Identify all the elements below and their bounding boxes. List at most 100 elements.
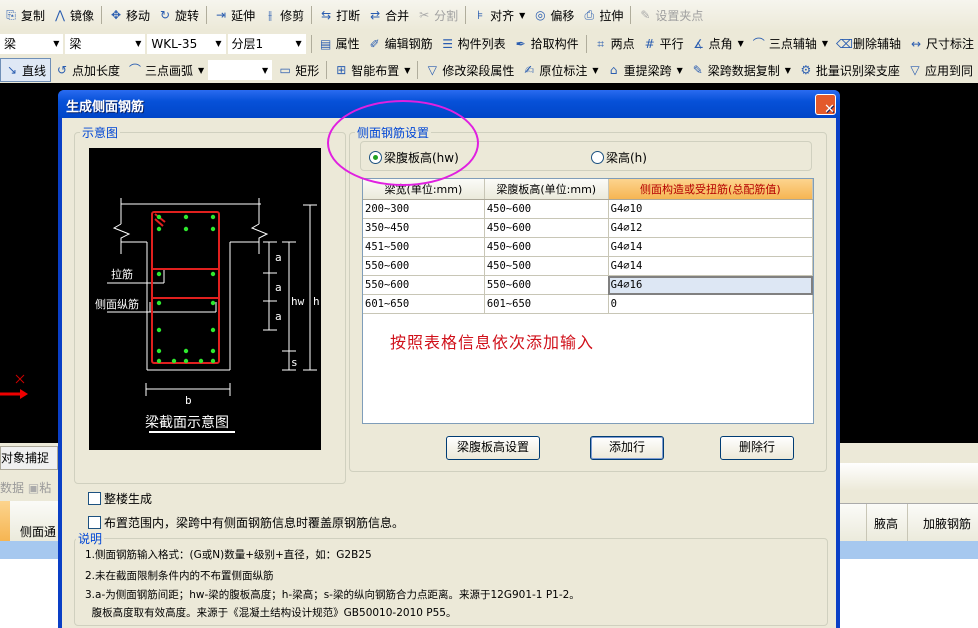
- tool-offset-button[interactable]: ◎ 偏移: [529, 4, 578, 26]
- data-menu[interactable]: 数据 ▣粘: [0, 479, 51, 496]
- table-row[interactable]: 451~500 450~600 G4⌀14: [363, 237, 814, 257]
- add-row-button[interactable]: 添加行: [590, 436, 664, 460]
- table-row[interactable]: 550~600 450~500 G4⌀14: [363, 256, 814, 276]
- arc-type-combo[interactable]: ▼: [208, 60, 273, 80]
- layer-combo-0[interactable]: 梁 ▼: [0, 33, 64, 54]
- override-box[interactable]: [88, 516, 101, 529]
- tool-point-angle-button[interactable]: ∡ 点角 ▼: [688, 33, 748, 55]
- tool-align-button[interactable]: ⊧ 对齐 ▼: [469, 4, 529, 26]
- layer-combo-3[interactable]: 分层1 ▼: [227, 33, 306, 54]
- tool-move-button[interactable]: ✥ 移动: [105, 4, 154, 26]
- table-cell[interactable]: 450~600: [484, 218, 609, 238]
- tool-properties-button[interactable]: ▤ 属性: [315, 33, 364, 55]
- table-row[interactable]: 200~300 450~600 G4⌀10: [363, 199, 814, 219]
- dropdown-arrow-icon[interactable]: ▼: [592, 66, 598, 75]
- table-cell[interactable]: 0: [608, 294, 814, 314]
- tool-batch-support-button[interactable]: ⚙ 批量识别梁支座: [795, 59, 904, 81]
- radio-beam-height[interactable]: 梁高(h): [591, 149, 647, 166]
- dropdown-arrow-icon[interactable]: ▼: [404, 66, 410, 75]
- layer-combo-2[interactable]: WKL-35 ▼: [147, 33, 226, 54]
- tool-grip-button[interactable]: ✎ 设置夹点: [634, 4, 707, 26]
- whole-building-box[interactable]: [88, 492, 101, 505]
- tool-stretch-button[interactable]: ⎙ 拉伸: [578, 4, 627, 26]
- tool-rotate-button[interactable]: ↻ 旋转: [154, 4, 203, 26]
- smart-layout-icon: ⊞: [336, 63, 347, 77]
- radio-beam-height-indicator[interactable]: [591, 151, 604, 164]
- dropdown-arrow-icon[interactable]: ▼: [822, 39, 828, 48]
- object-snap-button[interactable]: 对象捕捉: [0, 446, 58, 470]
- tool-break-button[interactable]: ⇆ 打断: [315, 4, 364, 26]
- table-row[interactable]: 550~600 550~600 G4⌀16: [363, 275, 814, 295]
- tool-in-place-label-button[interactable]: ✍ 原位标注 ▼: [518, 59, 602, 81]
- tool-arc-button[interactable]: ⌒ 三点画弧 ▼: [124, 59, 208, 81]
- dropdown-arrow-icon[interactable]: ▼: [677, 66, 683, 75]
- table-cell[interactable]: G4⌀12: [608, 218, 814, 238]
- chevron-down-icon[interactable]: ▼: [296, 39, 302, 48]
- chevron-down-icon[interactable]: ▼: [135, 39, 141, 48]
- tool-point-length-button[interactable]: ↺ 点加长度: [51, 59, 124, 81]
- tool-extend-button[interactable]: ⇥ 延伸: [210, 4, 259, 26]
- tool-delete-axis-button[interactable]: ⌫ 删除辅轴: [832, 33, 905, 55]
- tool-parallel-button[interactable]: # 平行: [639, 33, 688, 55]
- table-cell[interactable]: 550~600: [363, 275, 485, 295]
- tool-component-list-button[interactable]: ☰ 构件列表: [437, 33, 510, 55]
- tool-three-point-axis-button[interactable]: ⌒ 三点辅轴 ▼: [748, 33, 832, 55]
- chevron-down-icon[interactable]: ▼: [53, 39, 59, 48]
- column-header[interactable]: 侧面构造或受扭筋(总配筋值): [608, 179, 814, 200]
- table-cell[interactable]: G4⌀14: [608, 256, 814, 276]
- tool-re-extract-span-button[interactable]: ⌂ 重提梁跨 ▼: [603, 59, 687, 81]
- table-cell[interactable]: 450~500: [484, 256, 609, 276]
- tool-mirror-button[interactable]: ⋀ 镜像: [49, 4, 98, 26]
- tool-line-button[interactable]: ↘ 直线: [0, 58, 52, 82]
- table-cell[interactable]: G4⌀14: [608, 237, 814, 257]
- chevron-down-icon[interactable]: ▼: [262, 66, 268, 75]
- tool-split-button[interactable]: ✂ 分割: [413, 4, 462, 26]
- table-cell[interactable]: 550~600: [363, 256, 485, 276]
- tool-smart-layout-button[interactable]: ⊞ 智能布置 ▼: [330, 59, 414, 81]
- dropdown-arrow-icon[interactable]: ▼: [738, 39, 744, 48]
- rotate-icon: ↻: [160, 8, 171, 22]
- web-height-setting-button[interactable]: 梁腹板高设置: [446, 436, 540, 460]
- tool-two-point-button[interactable]: ⌗ 两点: [590, 33, 639, 55]
- haunch-rebar-header[interactable]: 加腋钢筋: [923, 515, 971, 532]
- delete-row-button[interactable]: 删除行: [720, 436, 794, 460]
- column-header[interactable]: 梁腹板高(单位:mm): [484, 179, 609, 200]
- side-column-header[interactable]: 侧面通: [10, 501, 60, 541]
- tool-span-copy-button[interactable]: ✎ 梁跨数据复制 ▼: [687, 59, 795, 81]
- note-line-4: 腹板高度取有效高度。来源于《混凝土结构设计规范》GB50010-2010 P55…: [85, 607, 457, 619]
- whole-building-label: 整楼生成: [104, 492, 153, 506]
- tool-rectangle-button[interactable]: ▭ 矩形: [274, 59, 323, 81]
- chevron-down-icon[interactable]: ▼: [215, 39, 221, 48]
- table-cell[interactable]: 550~600: [484, 275, 609, 295]
- table-cell[interactable]: 200~300: [363, 199, 485, 219]
- override-checkbox[interactable]: 布置范围内，梁跨中有侧面钢筋信息时覆盖原钢筋信息。: [88, 514, 404, 531]
- table-cell[interactable]: G4⌀10: [608, 199, 814, 219]
- tool-edit-rebar-button[interactable]: ✐ 编辑钢筋: [364, 33, 437, 55]
- tool-apply-same-button[interactable]: ▽ 应用到同: [904, 59, 977, 81]
- dropdown-arrow-icon[interactable]: ▼: [198, 66, 204, 75]
- table-row[interactable]: 601~650 601~650 0: [363, 294, 814, 314]
- selected-row[interactable]: [0, 541, 60, 559]
- tool-trim-button[interactable]: ⫲ 修剪: [259, 4, 308, 26]
- table-cell[interactable]: 350~450: [363, 218, 485, 238]
- dropdown-arrow-icon[interactable]: ▼: [519, 11, 525, 20]
- table-cell[interactable]: 451~500: [363, 237, 485, 257]
- table-cell[interactable]: 601~650: [484, 294, 609, 314]
- table-cell[interactable]: 450~600: [484, 237, 609, 257]
- tool-copy-button[interactable]: ⎘ 复制: [0, 4, 49, 26]
- whole-building-checkbox[interactable]: 整楼生成: [88, 490, 152, 507]
- tool-dimension-button[interactable]: ↔ 尺寸标注: [905, 33, 978, 55]
- table-row[interactable]: 350~450 450~600 G4⌀12: [363, 218, 814, 238]
- dropdown-arrow-icon[interactable]: ▼: [785, 66, 791, 75]
- close-button[interactable]: ✕: [815, 94, 836, 117]
- point-angle-icon: ∡: [693, 36, 705, 51]
- tool-merge-button[interactable]: ⇄ 合并: [364, 4, 413, 26]
- tool-pick-component-button[interactable]: ✒ 拾取构件: [510, 33, 583, 55]
- haunch-height-header[interactable]: 腋高: [874, 515, 898, 532]
- layer-combo-1[interactable]: 梁 ▼: [65, 33, 146, 54]
- table-cell[interactable]: 601~650: [363, 294, 485, 314]
- tool-modify-span-button[interactable]: ▽ 修改梁段属性: [421, 59, 518, 81]
- selected-row-right[interactable]: [838, 541, 978, 559]
- table-cell[interactable]: 450~600: [484, 199, 609, 219]
- table-cell[interactable]: G4⌀16: [608, 275, 814, 295]
